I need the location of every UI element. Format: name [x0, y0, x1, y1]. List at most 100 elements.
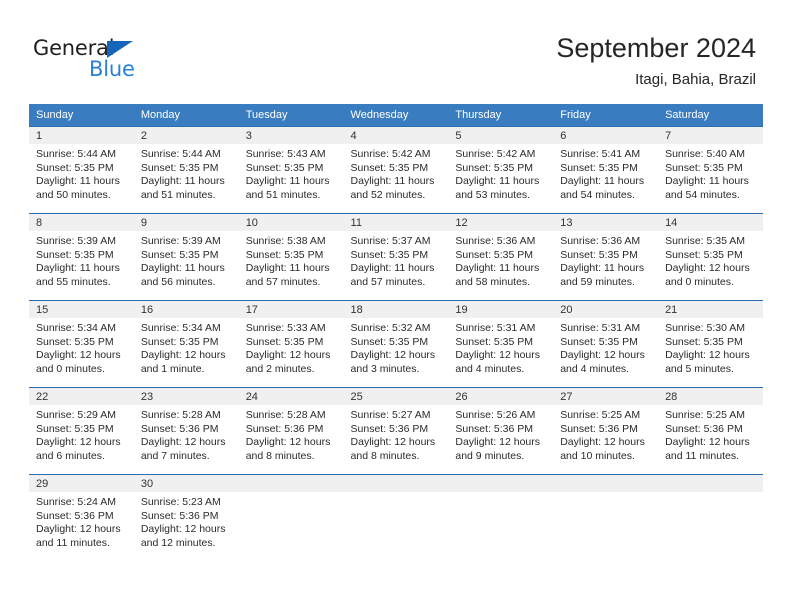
calendar-day-cell[interactable]: 15 Sunrise: 5:34 AM Sunset: 5:35 PM Dayligh…: [29, 300, 134, 388]
sunrise-text: Sunrise: 5:42 AM: [350, 148, 431, 160]
calendar-day-cell[interactable]: 28 Sunrise: 5:25 AM Sunset: 5:36 PM Dayligh…: [658, 387, 763, 475]
sunset-text: Sunset: 5:35 PM: [455, 335, 534, 348]
daylight-text-line1: Daylight: 12 hours: [140, 436, 226, 449]
calendar-day-cell[interactable]: 30 Sunrise: 5:23 AM Sunset: 5:36 PM Dayligh…: [133, 474, 239, 561]
weekday-header-friday: Friday: [553, 104, 659, 127]
sunset-text: Sunset: 5:35 PM: [140, 248, 219, 261]
calendar-day-cell[interactable]: 16 Sunrise: 5:34 AM Sunset: 5:35 PM Dayligh…: [133, 300, 239, 388]
calendar-day-cell[interactable]: 7 Sunrise: 5:40 AM Sunset: 5:35 PM Daylight…: [658, 126, 763, 214]
calendar-day-cell[interactable]: 1 Sunrise: 5:44 AM Sunset: 5:35 PM Daylight…: [29, 126, 134, 214]
calendar-day-cell[interactable]: [553, 474, 659, 561]
calendar-day-cell[interactable]: 21 Sunrise: 5:30 AM Sunset: 5:35 PM Dayligh…: [658, 300, 763, 388]
daylight-text-line1: Daylight: 12 hours: [36, 436, 121, 449]
sunset-text: Sunset: 5:35 PM: [455, 161, 534, 174]
calendar-day-cell[interactable]: 2 Sunrise: 5:44 AM Sunset: 5:35 PM Daylight…: [133, 126, 239, 214]
daylight-text-line1: Daylight: 12 hours: [560, 436, 645, 449]
calendar-page: General Blue September 2024 Itagi, Bahia…: [0, 0, 792, 612]
daylight-text-line2: and 57 minutes.: [245, 275, 321, 288]
calendar-day-cell[interactable]: 24 Sunrise: 5:28 AM Sunset: 5:36 PM Dayligh…: [238, 387, 344, 475]
calendar-day-cell[interactable]: 13 Sunrise: 5:36 AM Sunset: 5:35 PM Dayligh…: [553, 213, 659, 301]
daylight-text-line2: and 51 minutes.: [140, 188, 216, 201]
daylight-text-line1: Daylight: 12 hours: [245, 349, 331, 362]
weekday-header-monday: Monday: [133, 104, 239, 127]
daylight-text-line1: Daylight: 11 hours: [140, 262, 225, 275]
sunrise-text: Sunrise: 5:34 AM: [140, 322, 221, 334]
daylight-text-line1: Daylight: 11 hours: [245, 175, 330, 188]
daylight-text-line2: and 4 minutes.: [560, 362, 630, 375]
calendar-day-cell[interactable]: 18 Sunrise: 5:32 AM Sunset: 5:35 PM Dayligh…: [343, 300, 449, 388]
daylight-text-line2: and 52 minutes.: [350, 188, 426, 201]
day-number: [658, 475, 763, 492]
daylight-text-line2: and 4 minutes.: [455, 362, 525, 375]
sunset-text: Sunset: 5:35 PM: [36, 248, 114, 261]
calendar-week-row: 1 Sunrise: 5:44 AM Sunset: 5:35 PM Daylight…: [29, 126, 763, 214]
sunrise-text: Sunrise: 5:29 AM: [36, 409, 116, 421]
calendar-day-cell[interactable]: 11 Sunrise: 5:37 AM Sunset: 5:35 PM Dayligh…: [343, 213, 449, 301]
calendar-day-cell[interactable]: 19 Sunrise: 5:31 AM Sunset: 5:35 PM Dayligh…: [448, 300, 554, 388]
daylight-text-line1: Daylight: 11 hours: [245, 262, 330, 275]
calendar-day-cell[interactable]: [658, 474, 763, 561]
calendar-day-cell[interactable]: 10 Sunrise: 5:38 AM Sunset: 5:35 PM Dayligh…: [238, 213, 344, 301]
sunrise-text: Sunrise: 5:41 AM: [560, 148, 641, 160]
calendar-day-cell[interactable]: 9 Sunrise: 5:39 AM Sunset: 5:35 PM Daylight…: [133, 213, 239, 301]
sunset-text: Sunset: 5:36 PM: [560, 422, 638, 435]
sunset-text: Sunset: 5:35 PM: [350, 161, 429, 174]
day-number: 17: [238, 301, 344, 318]
day-details: Sunrise: 5:23 AM Sunset: 5:36 PM Daylight:…: [134, 492, 239, 550]
sunset-text: Sunset: 5:36 PM: [245, 422, 324, 435]
calendar-day-cell[interactable]: 8 Sunrise: 5:39 AM Sunset: 5:35 PM Daylight…: [29, 213, 134, 301]
day-details: Sunrise: 5:24 AM Sunset: 5:36 PM Daylight:…: [29, 492, 134, 550]
calendar-day-cell[interactable]: [448, 474, 554, 561]
day-details: Sunrise: 5:29 AM Sunset: 5:35 PM Daylight:…: [29, 405, 134, 463]
calendar-day-cell[interactable]: 3 Sunrise: 5:43 AM Sunset: 5:35 PM Daylight…: [238, 126, 344, 214]
daylight-text-line1: Daylight: 11 hours: [455, 175, 540, 188]
calendar-day-cell[interactable]: 5 Sunrise: 5:42 AM Sunset: 5:35 PM Daylight…: [448, 126, 554, 214]
general-blue-logo[interactable]: General Blue: [33, 36, 163, 86]
sunrise-text: Sunrise: 5:23 AM: [140, 496, 221, 508]
calendar-day-cell[interactable]: 27 Sunrise: 5:25 AM Sunset: 5:36 PM Dayligh…: [553, 387, 659, 475]
calendar-day-cell[interactable]: 12 Sunrise: 5:36 AM Sunset: 5:35 PM Dayligh…: [448, 213, 554, 301]
day-number: 8: [29, 214, 134, 231]
sunrise-text: Sunrise: 5:44 AM: [36, 148, 116, 160]
daylight-text-line2: and 6 minutes.: [36, 449, 105, 462]
daylight-text-line1: Daylight: 12 hours: [140, 523, 226, 536]
weekday-header-tuesday: Tuesday: [238, 104, 344, 127]
sunrise-text: Sunrise: 5:39 AM: [36, 235, 116, 247]
day-details: Sunrise: 5:34 AM Sunset: 5:35 PM Daylight:…: [134, 318, 239, 376]
day-details: Sunrise: 5:34 AM Sunset: 5:35 PM Daylight:…: [29, 318, 134, 376]
day-number: 23: [133, 388, 239, 405]
sunrise-text: Sunrise: 5:34 AM: [36, 322, 116, 334]
calendar-day-cell[interactable]: 17 Sunrise: 5:33 AM Sunset: 5:35 PM Dayligh…: [238, 300, 344, 388]
day-details: [239, 492, 344, 496]
calendar-day-cell[interactable]: 20 Sunrise: 5:31 AM Sunset: 5:35 PM Dayligh…: [553, 300, 659, 388]
calendar-day-cell[interactable]: 26 Sunrise: 5:26 AM Sunset: 5:36 PM Dayligh…: [448, 387, 554, 475]
daylight-text-line2: and 50 minutes.: [36, 188, 111, 201]
calendar-day-cell[interactable]: 4 Sunrise: 5:42 AM Sunset: 5:35 PM Daylight…: [343, 126, 449, 214]
calendar-day-cell[interactable]: 22 Sunrise: 5:29 AM Sunset: 5:35 PM Dayligh…: [29, 387, 134, 475]
page-title: September 2024: [556, 33, 756, 63]
day-number: 9: [133, 214, 239, 231]
daylight-text-line1: Daylight: 11 hours: [350, 262, 435, 275]
calendar-day-cell[interactable]: 23 Sunrise: 5:28 AM Sunset: 5:36 PM Dayligh…: [133, 387, 239, 475]
weekday-header-thursday: Thursday: [448, 104, 554, 127]
day-number: 21: [658, 301, 763, 318]
calendar-day-cell[interactable]: [343, 474, 449, 561]
sunset-text: Sunset: 5:35 PM: [560, 335, 638, 348]
daylight-text-line1: Daylight: 11 hours: [140, 175, 225, 188]
sunset-text: Sunset: 5:35 PM: [350, 248, 429, 261]
day-number: 15: [29, 301, 134, 318]
daylight-text-line2: and 54 minutes.: [665, 188, 740, 201]
daylight-text-line2: and 55 minutes.: [36, 275, 111, 288]
calendar-day-cell[interactable]: 14 Sunrise: 5:35 AM Sunset: 5:35 PM Dayligh…: [658, 213, 763, 301]
calendar-day-cell[interactable]: 25 Sunrise: 5:27 AM Sunset: 5:36 PM Dayligh…: [343, 387, 449, 475]
calendar-day-cell[interactable]: 6 Sunrise: 5:41 AM Sunset: 5:35 PM Daylight…: [553, 126, 659, 214]
day-number: [238, 475, 344, 492]
calendar-day-cell[interactable]: 29 Sunrise: 5:24 AM Sunset: 5:36 PM Dayligh…: [29, 474, 134, 561]
daylight-text-line1: Daylight: 12 hours: [455, 349, 541, 362]
daylight-text-line2: and 3 minutes.: [350, 362, 420, 375]
sunrise-text: Sunrise: 5:42 AM: [455, 148, 536, 160]
calendar-day-cell[interactable]: [238, 474, 344, 561]
weekday-header-sunday: Sunday: [29, 104, 134, 127]
daylight-text-line2: and 59 minutes.: [560, 275, 635, 288]
daylight-text-line2: and 7 minutes.: [140, 449, 210, 462]
